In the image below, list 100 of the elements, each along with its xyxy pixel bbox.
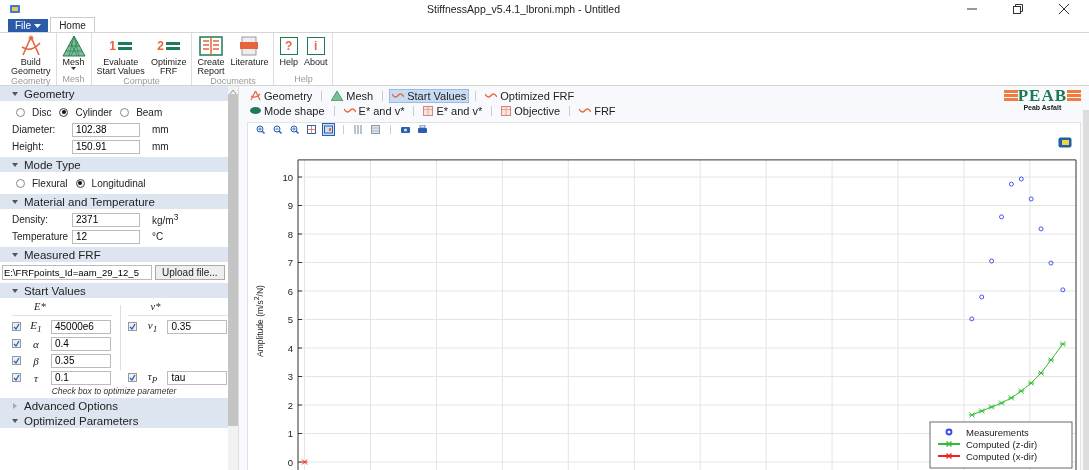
graph-tab[interactable]: Start Values bbox=[389, 88, 470, 103]
tick-label: 6 bbox=[287, 285, 293, 297]
step-number: 1 bbox=[109, 41, 117, 51]
file-path-field[interactable]: E:\FRFpoints_Id=aam_29_12_5 bbox=[2, 265, 152, 280]
ribbon-button[interactable]: Literature bbox=[227, 33, 272, 76]
graph-tab[interactable]: E* and v* bbox=[340, 103, 408, 118]
ribbon-button[interactable]: Mesh bbox=[58, 33, 89, 74]
collapse-arrow-icon bbox=[12, 90, 18, 97]
section-header[interactable]: Advanced Options bbox=[0, 398, 228, 413]
zoom-box-icon[interactable] bbox=[288, 123, 301, 136]
print-icon[interactable] bbox=[416, 123, 429, 136]
graph-tab[interactable]: Optimized FRF bbox=[482, 88, 578, 103]
wave-icon bbox=[485, 92, 498, 99]
section-header[interactable]: Material and Temperature bbox=[0, 194, 228, 209]
graph-tab[interactable]: FRF bbox=[576, 103, 619, 118]
checkbox[interactable] bbox=[12, 356, 21, 365]
collapse-arrow-icon bbox=[12, 417, 18, 424]
legend-label: Measurements bbox=[966, 426, 1029, 438]
close-icon[interactable] bbox=[1059, 4, 1069, 14]
section-header[interactable]: Measured FRF bbox=[0, 247, 228, 262]
group-label: Compute bbox=[123, 76, 160, 87]
field-label: Temperature bbox=[12, 231, 70, 242]
checkbox[interactable] bbox=[128, 373, 138, 382]
parameter-symbol: τ$_{P}$ bbox=[146, 369, 159, 386]
unit-label: mm bbox=[152, 124, 169, 135]
table-icon[interactable] bbox=[369, 123, 382, 136]
input-field[interactable]: tau bbox=[167, 370, 228, 385]
graph-tab[interactable]: Objective bbox=[498, 103, 564, 118]
ribbon-button[interactable]: 1 Evaluate Start Values bbox=[93, 33, 148, 76]
unit-label: °C bbox=[152, 231, 164, 242]
group-label: Help bbox=[294, 74, 313, 85]
section-header[interactable]: Geometry bbox=[0, 86, 228, 101]
parameter-symbol: β bbox=[32, 354, 40, 367]
upload-button[interactable]: Upload file... bbox=[155, 265, 225, 280]
input-field[interactable]: 0.4 bbox=[51, 336, 111, 351]
collapse-arrow-icon bbox=[12, 198, 18, 205]
checkbox[interactable] bbox=[12, 322, 21, 331]
panel-icon[interactable] bbox=[322, 123, 335, 136]
tick-label: 3 bbox=[287, 371, 293, 382]
graph-tab[interactable]: Mesh bbox=[328, 88, 377, 103]
ribbon-button[interactable]: Create Report bbox=[194, 33, 228, 76]
graph-tab[interactable]: Geometry bbox=[247, 88, 316, 103]
compass-icon bbox=[19, 35, 42, 57]
input-field[interactable]: 0.1 bbox=[51, 370, 111, 385]
field-label: Height: bbox=[12, 141, 45, 152]
compass-icon bbox=[250, 90, 261, 101]
tick-label: 5 bbox=[287, 314, 293, 325]
unit-label: mm bbox=[152, 141, 169, 152]
tick-label: 0 bbox=[287, 456, 293, 468]
table-icon bbox=[423, 105, 434, 116]
scrollbar[interactable] bbox=[1083, 110, 1089, 470]
mesh-icon bbox=[61, 35, 86, 57]
window-title: StiffnessApp_v5.4.1_lbroni.mph - Untitled bbox=[427, 3, 620, 15]
section-header[interactable]: Optimized Parameters bbox=[0, 413, 228, 428]
stripes-icon bbox=[1003, 89, 1018, 102]
section-header[interactable]: Mode Type bbox=[0, 157, 228, 172]
stripes-icon bbox=[1067, 89, 1081, 102]
section-header[interactable]: Start Values bbox=[0, 283, 228, 298]
ribbon-tab[interactable]: Home bbox=[50, 17, 95, 32]
tick-label: 9 bbox=[287, 200, 293, 211]
input-field[interactable]: 0.35 bbox=[167, 319, 228, 334]
input-field[interactable]: 150.91 bbox=[72, 139, 140, 154]
radio-option[interactable]: Cylinder bbox=[59, 106, 113, 118]
input-field[interactable]: 45000e6 bbox=[51, 319, 111, 334]
legend-toggle-icon[interactable] bbox=[1058, 137, 1072, 148]
tick-label: 7 bbox=[287, 257, 293, 268]
radio-option[interactable]: Disc bbox=[16, 106, 52, 118]
expand-arrow-icon bbox=[12, 402, 18, 409]
input-field[interactable]: 12 bbox=[72, 229, 140, 244]
input-field[interactable]: 102.38 bbox=[72, 122, 140, 137]
zoom-in-icon[interactable] bbox=[254, 123, 267, 136]
equals-icon bbox=[118, 41, 133, 51]
checkbox[interactable] bbox=[12, 373, 21, 382]
scrollbar[interactable] bbox=[228, 86, 238, 470]
book-icon bbox=[198, 35, 223, 57]
graph-tab[interactable]: Mode shape bbox=[247, 103, 328, 118]
field-label: Density: bbox=[12, 214, 50, 225]
ribbon-button[interactable]: i About bbox=[300, 33, 331, 74]
file-menu[interactable]: File bbox=[8, 19, 49, 32]
radio-option[interactable]: Beam bbox=[120, 106, 163, 118]
ribbon-button[interactable]: ? Help bbox=[276, 33, 301, 74]
ribbon-button[interactable]: Build Geometry bbox=[8, 33, 54, 76]
checkbox[interactable] bbox=[128, 322, 138, 331]
restore-icon[interactable] bbox=[1013, 4, 1023, 14]
graph-tab[interactable]: E* and v* bbox=[420, 103, 486, 118]
checkbox[interactable] bbox=[12, 339, 21, 348]
app-icon bbox=[10, 5, 20, 13]
input-field[interactable]: 0.35 bbox=[51, 353, 111, 368]
radio-option[interactable]: Flexural bbox=[16, 177, 68, 189]
document-icon bbox=[239, 35, 260, 57]
zoom-out-icon[interactable] bbox=[271, 123, 284, 136]
zoom-extents-icon[interactable] bbox=[305, 123, 318, 136]
step-number: 2 bbox=[157, 41, 164, 51]
tick-label: 4 bbox=[287, 342, 293, 354]
hint-text: Check box to optimize parameter bbox=[51, 386, 177, 396]
radio-option[interactable]: Longitudinal bbox=[75, 177, 146, 189]
field-label: Diameter: bbox=[12, 124, 57, 135]
mesh-icon bbox=[331, 90, 344, 101]
ribbon-button[interactable]: 2 Optimize FRF bbox=[147, 33, 190, 76]
input-field[interactable]: 2371 bbox=[72, 212, 140, 227]
